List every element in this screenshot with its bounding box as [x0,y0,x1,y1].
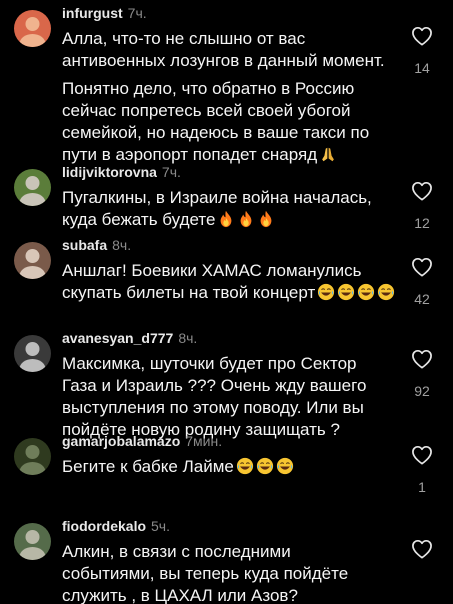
fire-emoji-icon [257,210,275,228]
avatar[interactable] [14,169,51,206]
comment-body: subafa 8ч. Аншлаг! Боевики ХАМАС ломанулис… [62,236,397,310]
laugh-emoji-icon [276,457,294,475]
timestamp: 8ч. [178,330,198,346]
like-count: 1 [418,479,426,495]
comment-text: Бегите к бабке Лайме [62,456,397,478]
comment-paragraph: Алла, что-то не слышно от вас антивоенны… [62,28,397,72]
like-control: 92 [405,349,439,399]
comment-paragraph: Алкин, в связи с последними событиями, в… [62,541,397,604]
laugh-emoji-icon [256,457,274,475]
comment-body: avanesyan_d777 8ч. Максимка, шуточки будет… [62,329,397,447]
laugh-emoji-icon [317,283,335,301]
comment-text: Максимка, шуточки будет про Сектор Газа … [62,353,397,441]
like-count: 92 [414,383,430,399]
username[interactable]: subafa [62,237,107,253]
fire-emoji-icon [217,210,235,228]
comment-paragraph: Максимка, шуточки будет про Сектор Газа … [62,353,397,441]
comment-paragraph-text: Алла, что-то не слышно от вас антивоенны… [62,29,385,70]
timestamp: 8ч. [112,237,132,253]
comment-body: fiodordekalo 5ч. Алкин, в связи с последни… [62,517,397,604]
comment-text: Алла, что-то не слышно от вас антивоенны… [62,28,397,166]
like-control: 14 [405,26,439,76]
laugh-emoji-icon [236,457,254,475]
heart-icon[interactable] [405,257,439,277]
username[interactable]: lidijviktorovna [62,164,157,180]
timestamp: 7ч. [127,5,147,21]
heart-icon[interactable] [405,181,439,201]
comment-text: Алкин, в связи с последними событиями, в… [62,541,397,604]
comment-body: lidijviktorovna 7ч. Пугалкины, в Израиле в… [62,163,397,237]
timestamp: 5ч. [151,518,170,534]
comment-paragraph: Бегите к бабке Лайме [62,456,397,478]
avatar[interactable] [14,438,51,475]
comment-meta: fiodordekalo 5ч. [62,517,397,535]
comment-paragraph: Понятно дело, что обратно в Россию сейча… [62,78,397,166]
laugh-emoji-icon [337,283,355,301]
like-control: 12 [405,181,439,231]
username[interactable]: fiodordekalo [62,518,146,534]
username[interactable]: avanesyan_d777 [62,330,173,346]
avatar[interactable] [14,523,51,560]
comment-body: infurgust 7ч. Алла, что-то не слышно от ва… [62,4,397,172]
comment-meta: subafa 8ч. [62,236,397,254]
like-count: 42 [414,291,430,307]
comment-meta: avanesyan_d777 8ч. [62,329,397,347]
like-count: 14 [414,60,430,76]
comment-paragraph-text: Максимка, шуточки будет про Сектор Газа … [62,354,367,439]
pray-emoji-icon [319,145,337,163]
comment-paragraph-text: Алкин, в связи с последними событиями, в… [62,542,349,604]
heart-icon[interactable] [405,539,439,559]
comment-meta: gamarjobalamazo 7мин. [62,432,397,450]
comment-paragraph-text: Бегите к бабке Лайме [62,457,234,476]
comment-text: Пугалкины, в Израиле война началась, куд… [62,187,397,231]
like-control: 1 [405,445,439,495]
like-control: 42 [405,257,439,307]
avatar[interactable] [14,242,51,279]
username[interactable]: infurgust [62,5,123,21]
like-count: 12 [414,215,430,231]
comment-meta: infurgust 7ч. [62,4,397,22]
comment-list: infurgust 7ч. Алла, что-то не слышно от ва… [0,0,453,604]
timestamp: 7ч. [161,164,181,180]
fire-emoji-icon [237,210,255,228]
heart-icon[interactable] [405,26,439,46]
heart-icon[interactable] [405,445,439,465]
avatar[interactable] [14,335,51,372]
comment-paragraph: Аншлаг! Боевики ХАМАС ломанулись скупать… [62,260,397,304]
comment-meta: lidijviktorovna 7ч. [62,163,397,181]
comment-text: Аншлаг! Боевики ХАМАС ломанулись скупать… [62,260,397,304]
heart-icon[interactable] [405,349,439,369]
comment-paragraph: Пугалкины, в Израиле война началась, куд… [62,187,397,231]
laugh-emoji-icon [377,283,395,301]
username[interactable]: gamarjobalamazo [62,433,180,449]
avatar[interactable] [14,10,51,47]
like-control [405,539,439,573]
laugh-emoji-icon [357,283,375,301]
comment-body: gamarjobalamazo 7мин. Бегите к бабке Лайме [62,432,397,484]
timestamp: 7мин. [185,433,223,449]
